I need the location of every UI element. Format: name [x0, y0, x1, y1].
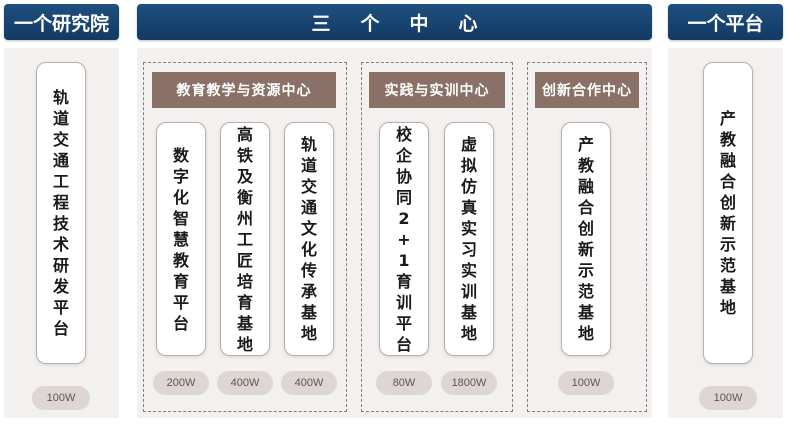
- badge-platform-base: 100W: [699, 386, 757, 410]
- badge-research-platform: 100W: [32, 386, 90, 410]
- subheader-practice-training-label: 实践与实训中心: [384, 83, 490, 99]
- badge-rail-craftsman-label: 400W: [230, 377, 260, 389]
- header-research-institute: 一个研究院: [4, 4, 119, 40]
- subheader-innovation-cooperation-label: 创新合作中心: [542, 83, 632, 99]
- header-three-centers: 三个中心: [137, 4, 652, 40]
- card-virtual-simulation: 虚拟仿真实习实训基地: [444, 122, 494, 356]
- badge-digital-education: 200W: [153, 371, 209, 395]
- header-one-platform: 一个平台: [668, 4, 783, 40]
- card-digital-education-label: 数字化智慧教育平台: [172, 145, 189, 333]
- card-innovation-base: 产教融合创新示范基地: [561, 122, 611, 356]
- badge-innovation-base: 100W: [558, 371, 614, 395]
- card-rail-craftsman-label: 高铁及衡州工匠培育基地: [236, 124, 253, 354]
- card-virtual-simulation-label: 虚拟仿真实习实训基地: [460, 135, 477, 343]
- badge-virtual-simulation: 1800W: [441, 371, 497, 395]
- card-research-platform-label: 轨道交通工程技术研发平台: [52, 88, 69, 338]
- subheader-practice-training: 实践与实训中心: [369, 72, 505, 108]
- badge-virtual-simulation-label: 1800W: [451, 377, 487, 389]
- badge-research-platform-label: 100W: [46, 392, 76, 404]
- card-innovation-base-label: 产教融合创新示范基地: [577, 135, 594, 343]
- badge-culture-heritage: 400W: [281, 371, 337, 395]
- badge-culture-heritage-label: 400W: [294, 377, 324, 389]
- subheader-education-resources-label: 教育教学与资源中心: [176, 83, 312, 99]
- subheader-education-resources: 教育教学与资源中心: [152, 72, 336, 108]
- card-school-enterprise-label: 校企协同2+1育训平台: [395, 124, 412, 354]
- card-platform-base-label: 产教融合创新示范基地: [719, 109, 736, 317]
- badge-rail-craftsman: 400W: [217, 371, 273, 395]
- header-one-platform-label: 一个平台: [687, 12, 764, 35]
- badge-innovation-base-label: 100W: [571, 377, 601, 389]
- card-platform-base: 产教融合创新示范基地: [703, 62, 753, 364]
- card-rail-craftsman: 高铁及衡州工匠培育基地: [220, 122, 270, 356]
- badge-school-enterprise-label: 80W: [392, 377, 416, 389]
- card-culture-heritage-label: 轨道交通文化传承基地: [300, 135, 317, 343]
- card-school-enterprise: 校企协同2+1育训平台: [379, 122, 429, 356]
- card-culture-heritage: 轨道交通文化传承基地: [284, 122, 334, 356]
- badge-digital-education-label: 200W: [166, 377, 196, 389]
- subheader-innovation-cooperation: 创新合作中心: [535, 72, 639, 108]
- badge-school-enterprise: 80W: [376, 371, 432, 395]
- card-research-platform: 轨道交通工程技术研发平台: [36, 62, 86, 364]
- header-three-centers-label: 三个中心: [311, 12, 508, 35]
- badge-platform-base-label: 100W: [713, 392, 743, 404]
- card-digital-education: 数字化智慧教育平台: [156, 122, 206, 356]
- header-research-institute-label: 一个研究院: [13, 12, 109, 35]
